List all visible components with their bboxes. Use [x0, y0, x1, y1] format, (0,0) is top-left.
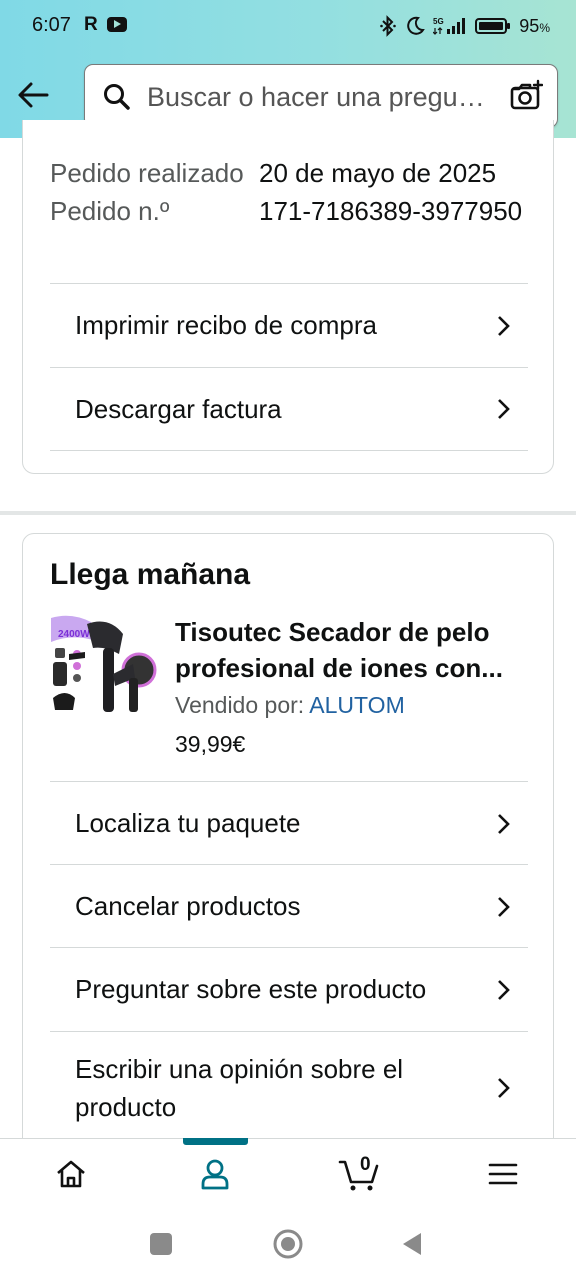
order-number-value: 171-7186389-3977950 — [259, 196, 523, 226]
status-time: 6:07 — [32, 14, 71, 36]
write-review-label: Escribir una opinión sobre el producto — [75, 1053, 404, 1122]
seller-label: Vendido por: — [175, 692, 305, 718]
system-navigation-bar — [0, 1208, 576, 1280]
status-bar: 6:07 R 5G 95% — [0, 0, 576, 52]
print-receipt-label: Imprimir recibo de compra — [75, 310, 377, 340]
cart-icon — [338, 1160, 379, 1191]
back-system-button[interactable] — [392, 1224, 432, 1264]
chevron-right-icon — [498, 315, 510, 336]
battery-icon — [475, 18, 511, 34]
nav-menu[interactable] — [459, 1139, 547, 1209]
youtube-notification-icon — [107, 17, 127, 32]
chevron-right-icon — [498, 813, 510, 834]
search-input[interactable]: Buscar o hacer una pregunta — [84, 64, 558, 128]
battery-percent: 95% — [519, 15, 550, 36]
nav-account[interactable] — [171, 1139, 259, 1209]
track-package-row[interactable]: Localiza tu paquete — [50, 781, 528, 865]
status-indicators: 5G 95% — [379, 13, 550, 39]
nav-cart[interactable]: 0 — [315, 1139, 403, 1209]
network-label: 5G — [433, 17, 444, 26]
product-title-line2: profesional de iones con... — [175, 653, 503, 683]
download-invoice-row[interactable]: Descargar factura — [50, 367, 528, 451]
home-circle-icon — [273, 1229, 303, 1259]
ask-product-question-row[interactable]: Preguntar sobre este producto — [50, 947, 528, 1031]
bottom-navigation: 0 — [0, 1138, 576, 1208]
account-icon — [201, 1159, 229, 1190]
home-system-button[interactable] — [268, 1224, 308, 1264]
back-triangle-icon — [403, 1233, 421, 1255]
recents-square-icon — [150, 1233, 172, 1255]
product-price: 39,99€ — [175, 731, 246, 757]
search-placeholder: Buscar o hacer una pregunta — [147, 82, 489, 112]
order-number-label: Pedido n.º — [50, 196, 170, 226]
cancel-items-row[interactable]: Cancelar productos — [50, 864, 528, 948]
write-review-row[interactable]: Escribir una opinión sobre el producto — [50, 1031, 528, 1143]
order-date-value: 20 de mayo de 2025 — [259, 158, 497, 188]
home-icon — [57, 1160, 85, 1188]
app-header: 6:07 R 5G 95% Buscar o hacer una pregunt… — [0, 0, 576, 138]
recent-apps-button[interactable] — [141, 1224, 181, 1264]
chevron-right-icon — [498, 1077, 510, 1098]
delivery-card: Llega mañana 2400W Tisoutec Secador de p… — [22, 533, 554, 1173]
chevron-right-icon — [498, 399, 510, 419]
order-labels: Pedido realizado Pedido n.º — [50, 154, 250, 230]
signal-5g-icon: 5G — [433, 17, 466, 35]
product-image[interactable]: 2400W — [49, 614, 159, 720]
delivery-title: Llega mañana — [50, 558, 251, 591]
print-receipt-row[interactable]: Imprimir recibo de compra — [50, 283, 528, 367]
back-button[interactable] — [12, 74, 54, 116]
product-title-line1: Tisoutec Secador de pelo — [175, 617, 490, 647]
menu-icon — [488, 1163, 518, 1185]
do-not-disturb-moon-icon — [407, 16, 426, 35]
back-arrow-icon — [18, 82, 49, 108]
product-seller: Vendido por: ALUTOM — [175, 692, 405, 719]
nav-home[interactable] — [27, 1139, 115, 1209]
order-summary-card: Pedido realizado Pedido n.º 20 de mayo d… — [22, 120, 554, 474]
product-title[interactable]: Tisoutec Secador de pelo profesional de … — [175, 614, 525, 686]
chevron-right-icon — [498, 896, 510, 917]
order-values: 20 de mayo de 2025 171-7186389-3977950 — [259, 154, 539, 230]
product-image-text: 2400W — [58, 629, 90, 640]
ask-product-question-label: Preguntar sobre este producto — [75, 974, 427, 1004]
order-placed-label: Pedido realizado — [50, 158, 244, 188]
section-divider — [0, 511, 576, 515]
bluetooth-icon — [380, 15, 397, 37]
cart-count: 0 — [360, 1154, 371, 1175]
track-package-label: Localiza tu paquete — [75, 808, 301, 838]
carrier-r-icon: R — [84, 14, 98, 35]
download-invoice-label: Descargar factura — [75, 393, 282, 424]
chevron-right-icon — [498, 979, 510, 1000]
cancel-items-label: Cancelar productos — [75, 891, 301, 921]
seller-link[interactable]: ALUTOM — [309, 692, 404, 718]
search-icon — [104, 84, 130, 110]
camera-search-icon[interactable] — [509, 79, 543, 113]
